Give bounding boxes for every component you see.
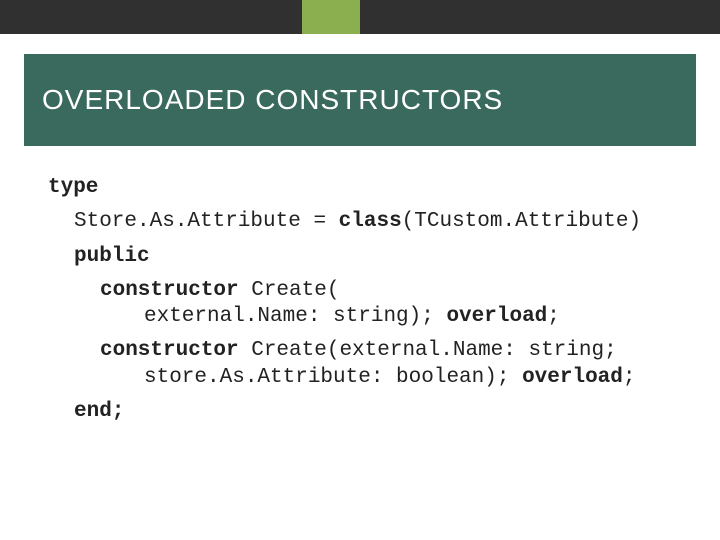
strip-green [302, 0, 360, 34]
code-line: type [48, 175, 672, 201]
code-line: Store.As.Attribute = class(TCustom.Attri… [48, 209, 672, 235]
code-line: end; [48, 399, 672, 425]
slide-title: OVERLOADED CONSTRUCTORS [24, 84, 503, 116]
strip-dark-left [0, 0, 302, 34]
code-block: type Store.As.Attribute = class(TCustom.… [48, 175, 672, 425]
code-line: external.Name: string); overload; [48, 304, 672, 330]
code-line: constructor Create(external.Name: string… [48, 338, 672, 364]
top-accent-strip [0, 0, 720, 34]
code-line: public [48, 244, 672, 270]
strip-dark-right [360, 0, 720, 34]
code-line: store.As.Attribute: boolean); overload; [48, 365, 672, 391]
title-bar: OVERLOADED CONSTRUCTORS [24, 54, 696, 146]
code-line: constructor Create( [48, 278, 672, 304]
